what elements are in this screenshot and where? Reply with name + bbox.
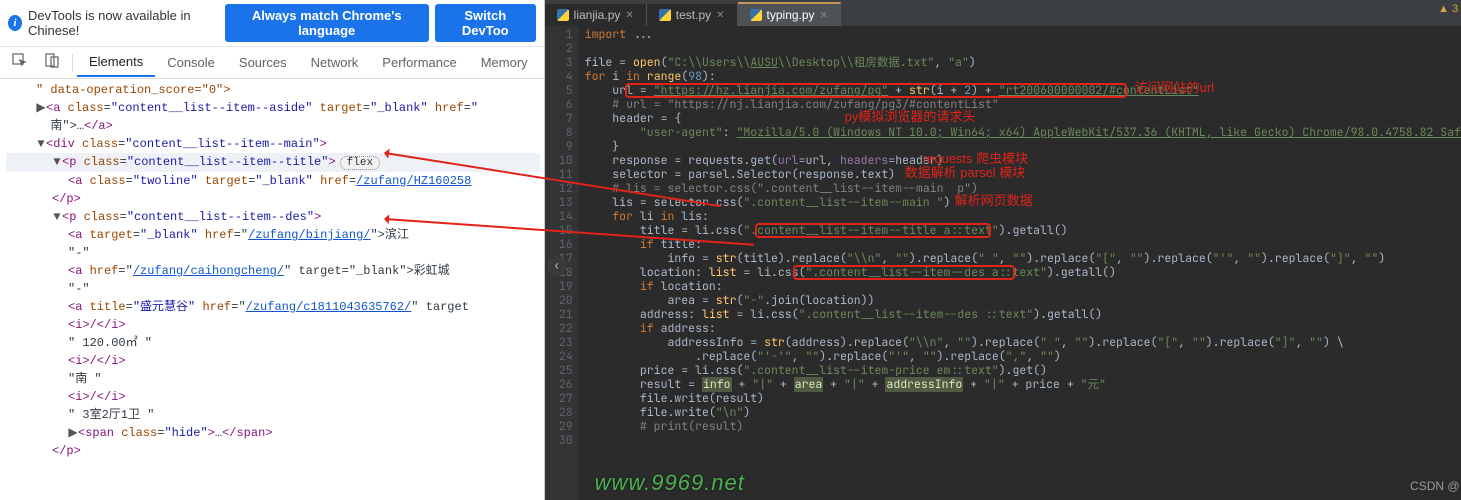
dom-node-title[interactable]: ▼<p class="content__list--item--title">f… bbox=[6, 153, 540, 172]
dom-tree[interactable]: " data-operation_score="0"> ▶<a class="c… bbox=[0, 79, 544, 500]
inspect-icon[interactable] bbox=[4, 49, 36, 76]
devtools-banner: i DevTools is now available in Chinese! … bbox=[0, 0, 544, 47]
device-icon[interactable] bbox=[36, 49, 68, 76]
warn-count[interactable]: ▲ 3 bbox=[1438, 3, 1458, 15]
ide-tab-lianjia[interactable]: lianjia.py✕ bbox=[545, 4, 647, 26]
gutter-fold-icon[interactable]: ‹ bbox=[547, 256, 567, 276]
expand-icon[interactable]: ▶ bbox=[36, 99, 46, 117]
tab-console[interactable]: Console bbox=[155, 49, 227, 76]
tab-performance[interactable]: Performance bbox=[370, 49, 468, 76]
close-icon[interactable]: ✕ bbox=[716, 10, 724, 21]
dom-node-des[interactable]: ▼<p class="content__list--item--des"> bbox=[6, 208, 540, 226]
banner-btn-match[interactable]: Always match Chrome's language bbox=[225, 4, 429, 42]
python-icon bbox=[557, 9, 569, 21]
ide-tab-typing[interactable]: typing.py✕ bbox=[738, 2, 841, 26]
status-indicators: ▲ 3 ▲ 1 ✔ 2 ^ ⋮ bbox=[1438, 2, 1461, 15]
tab-elements[interactable]: Elements bbox=[77, 48, 155, 77]
expand-icon[interactable]: ▼ bbox=[36, 135, 46, 153]
expand-icon[interactable]: ▶ bbox=[68, 424, 78, 442]
python-icon bbox=[659, 9, 671, 21]
tab-sources[interactable]: Sources bbox=[227, 49, 299, 76]
ide-tab-test[interactable]: test.py✕ bbox=[647, 4, 738, 26]
python-icon bbox=[750, 9, 762, 21]
banner-btn-switch[interactable]: Switch DevToo bbox=[435, 4, 536, 42]
ide-tab-bar: lianjia.py✕ test.py✕ typing.py✕ bbox=[545, 0, 1461, 26]
info-icon: i bbox=[8, 15, 22, 31]
tab-network[interactable]: Network bbox=[299, 49, 371, 76]
devtools-toolbar: Elements Console Sources Network Perform… bbox=[0, 47, 544, 79]
devtools-pane: i DevTools is now available in Chinese! … bbox=[0, 0, 545, 500]
flex-badge[interactable]: flex bbox=[340, 156, 380, 170]
close-icon[interactable]: ✕ bbox=[625, 10, 633, 21]
code-body[interactable]: import ... file = open("C:\\Users\\AUSU\… bbox=[579, 26, 1461, 500]
ide-pane: lianjia.py✕ test.py✕ typing.py✕ ▲ 3 ▲ 1 … bbox=[545, 0, 1461, 500]
code-editor[interactable]: 1234567891011121314151617181920212223242… bbox=[545, 26, 1461, 500]
dom-node[interactable]: " data-operation_score="0"> bbox=[36, 83, 230, 97]
close-icon[interactable]: ✕ bbox=[820, 10, 828, 21]
banner-msg: DevTools is now available in Chinese! bbox=[28, 8, 219, 38]
tab-memory[interactable]: Memory bbox=[469, 49, 540, 76]
